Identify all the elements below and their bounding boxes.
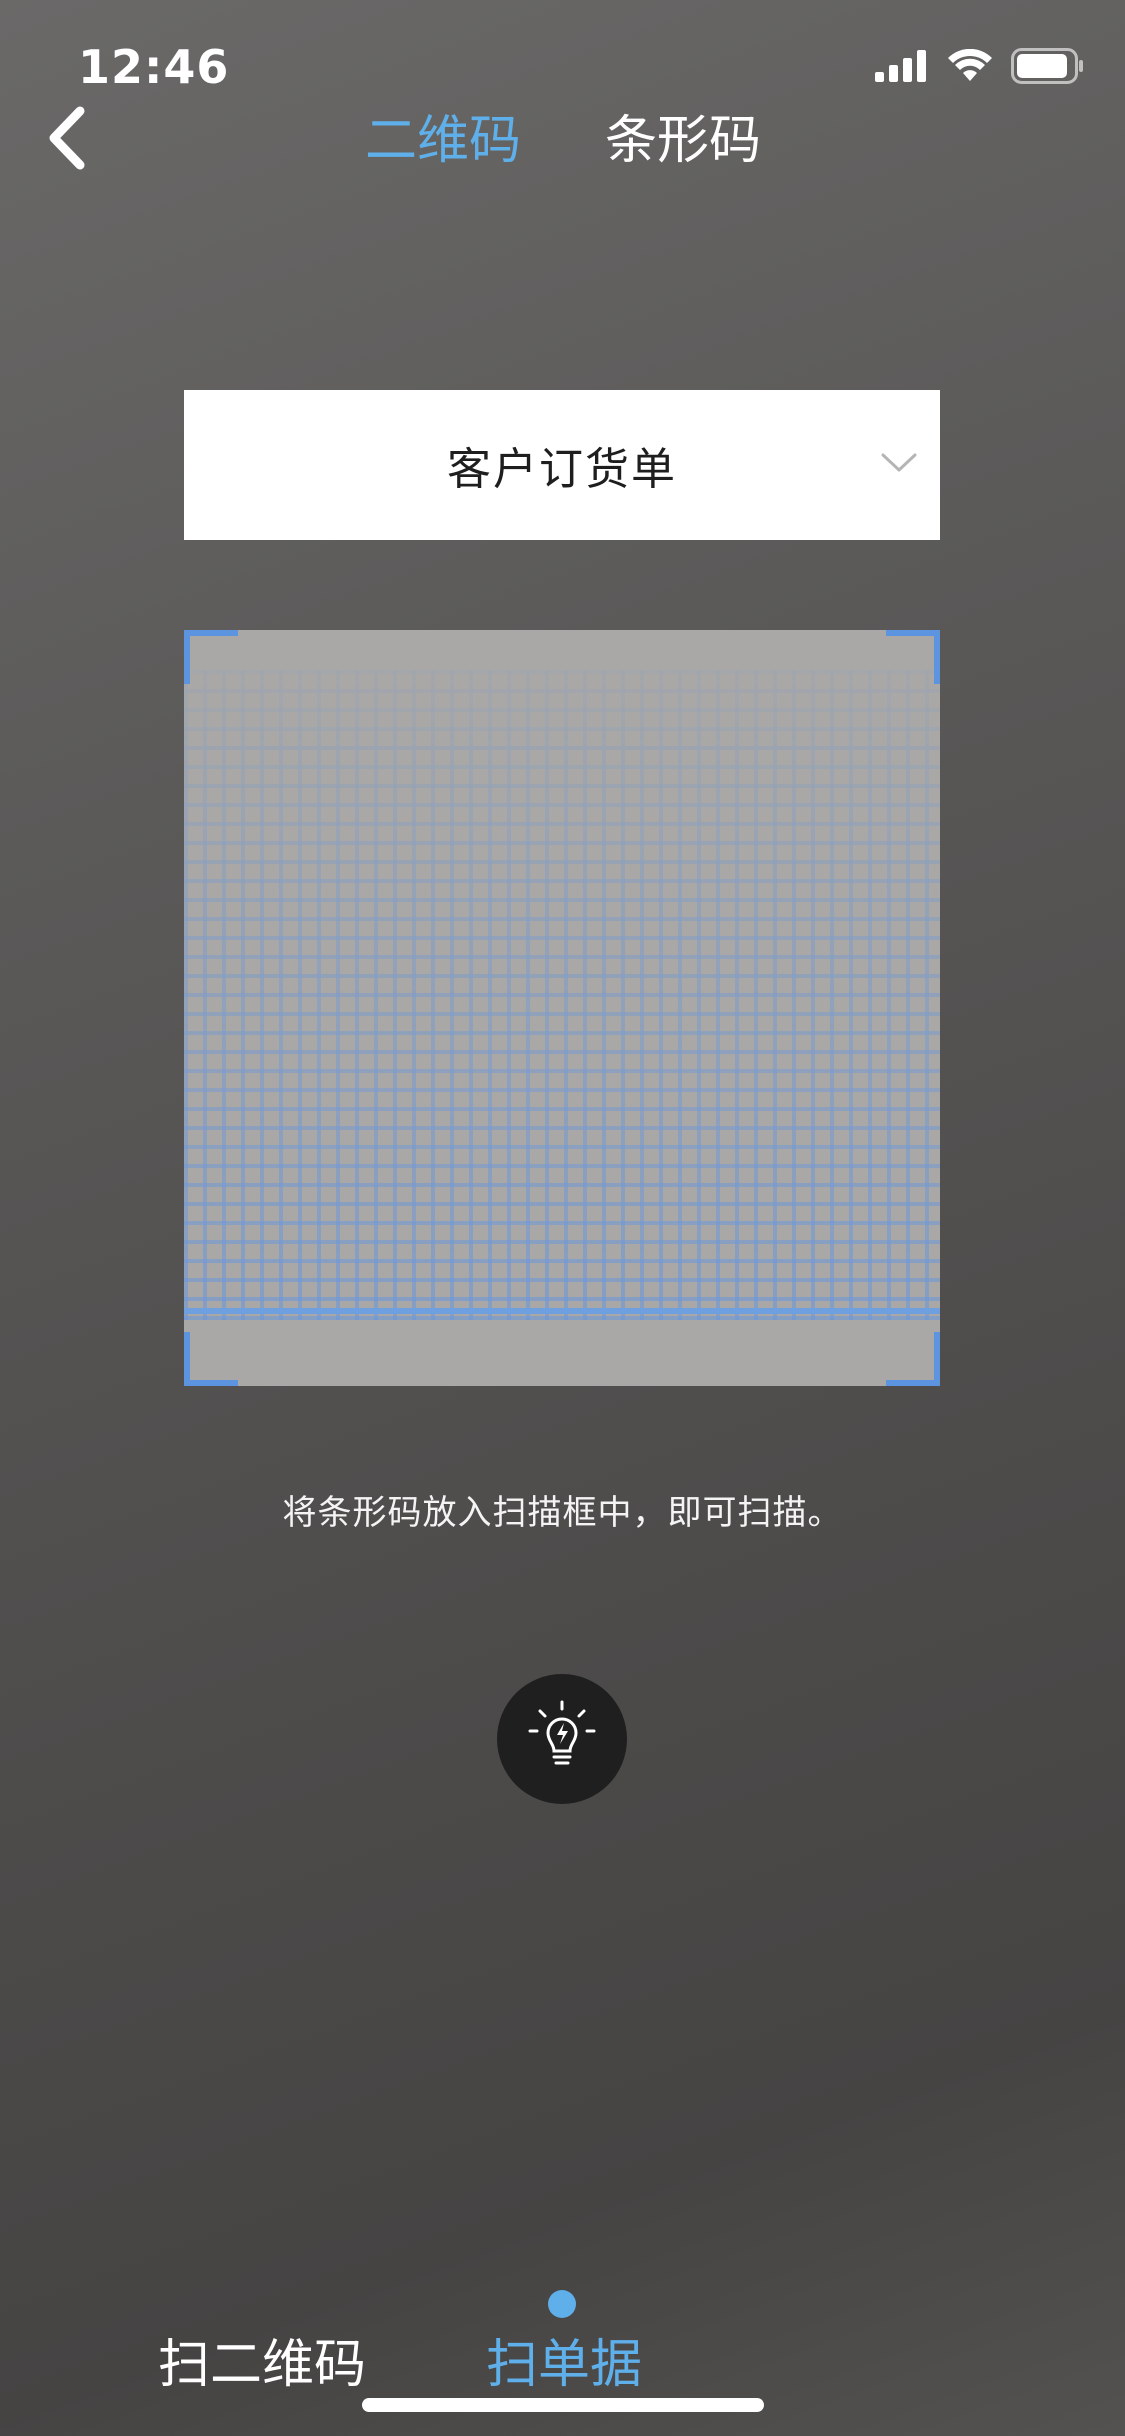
active-mode-indicator [548,2290,576,2318]
code-type-tabs: 二维码 条形码 [0,108,1125,178]
status-time: 12:46 [78,40,230,94]
scan-hint: 将条形码放入扫描框中，即可扫描。 [282,1493,843,1533]
wifi-icon [947,48,993,87]
flashlight-icon [524,1699,600,1779]
mode-scan-qr[interactable]: 扫二维码 [158,2330,366,2400]
scan-corner-top-left [184,630,238,684]
document-type-value: 客户订货单 [447,444,677,495]
scan-line [184,1308,940,1314]
mode-scan-document[interactable]: 扫单据 [486,2330,642,2400]
scan-frame [184,630,940,1386]
tab-barcode[interactable]: 条形码 [605,108,761,174]
scan-corner-bottom-right [886,1332,940,1386]
document-type-select[interactable]: 客户订货单 [184,390,940,540]
scan-corner-bottom-left [184,1332,238,1386]
scan-grid-animation [184,670,940,1320]
scan-corner-top-right [886,630,940,684]
home-indicator[interactable] [362,2398,764,2412]
flashlight-button[interactable] [497,1674,627,1804]
status-icons [875,48,1085,88]
chevron-down-icon [880,452,918,478]
signal-icon [875,50,929,86]
battery-icon [1011,48,1085,88]
tab-qr-code[interactable]: 二维码 [365,108,521,174]
